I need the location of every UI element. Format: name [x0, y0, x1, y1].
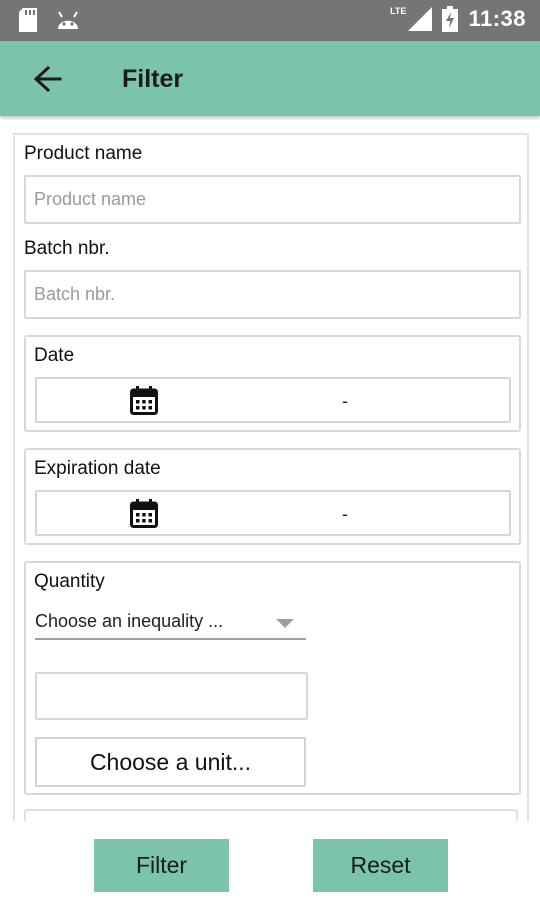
battery-charging-icon: [442, 6, 459, 32]
date-range-separator: -: [342, 391, 348, 411]
expiration-date-range-picker[interactable]: -: [35, 490, 511, 536]
reset-button[interactable]: Reset: [313, 839, 448, 892]
calendar-icon: [130, 386, 158, 415]
date-label: Date: [34, 345, 75, 366]
filter-form: Product name Batch nbr. Date - Expiratio…: [13, 133, 529, 821]
expiration-date-range-separator: -: [342, 504, 348, 524]
status-bar: LTE 11:38: [0, 0, 540, 41]
expiration-date-group: Expiration date -: [24, 448, 521, 545]
network-type: LTE: [390, 6, 407, 16]
filter-button[interactable]: Filter: [94, 839, 229, 892]
quantity-label: Quantity: [34, 571, 105, 592]
chevron-down-icon: [276, 619, 294, 628]
clock: 11:38: [468, 6, 526, 31]
calendar-icon: [130, 499, 158, 528]
page-title: Filter: [122, 65, 184, 93]
back-button[interactable]: [26, 61, 70, 97]
next-filter-group: [24, 809, 518, 821]
arrow-left-icon: [33, 65, 62, 93]
sd-card-icon: [19, 8, 37, 32]
android-icon: [58, 11, 78, 29]
product-name-input[interactable]: [24, 175, 521, 224]
inequality-dropdown-label: Choose an inequality ...: [35, 611, 224, 631]
quantity-input[interactable]: [35, 672, 308, 720]
date-group: Date -: [24, 335, 521, 432]
product-name-label: Product name: [24, 143, 143, 164]
quantity-group: Quantity Choose an inequality ... Choose…: [24, 561, 521, 795]
inequality-dropdown[interactable]: Choose an inequality ...: [35, 607, 306, 640]
batch-nbr-label: Batch nbr.: [24, 238, 110, 259]
signal-icon: [408, 7, 433, 31]
choose-unit-button[interactable]: Choose a unit...: [35, 737, 306, 787]
app-bar: Filter: [0, 41, 540, 116]
batch-nbr-input[interactable]: [24, 270, 521, 319]
expiration-date-label: Expiration date: [34, 458, 161, 479]
date-range-picker[interactable]: -: [35, 377, 511, 423]
